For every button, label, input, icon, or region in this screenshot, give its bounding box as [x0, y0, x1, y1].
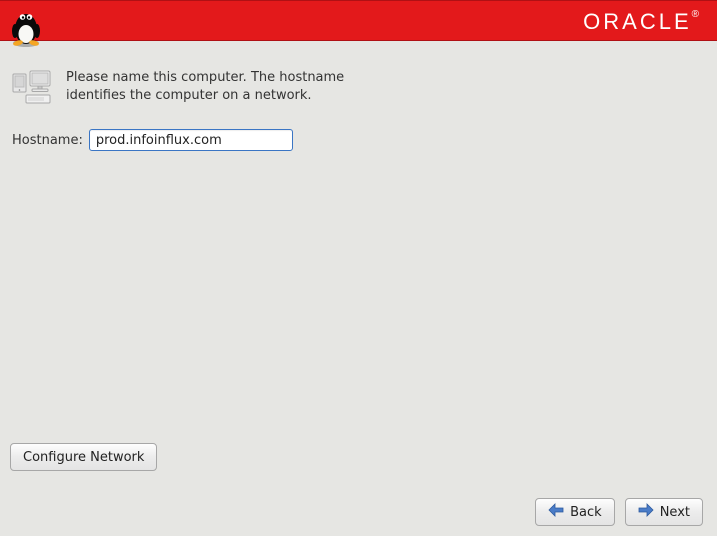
configure-network-label: Configure Network: [23, 450, 144, 465]
hostname-input[interactable]: [89, 129, 293, 151]
next-button[interactable]: Next: [625, 498, 703, 526]
back-label: Back: [570, 505, 602, 520]
hostname-label: Hostname:: [12, 133, 83, 148]
oracle-logo: ORACLE®: [583, 9, 699, 35]
header-bar: ORACLE®: [0, 0, 717, 41]
arrow-left-icon: [548, 503, 564, 521]
footer-nav: Back Next: [0, 488, 717, 536]
tux-mascot-icon: [8, 5, 44, 49]
configure-network-button[interactable]: Configure Network: [10, 443, 157, 471]
arrow-right-icon: [638, 503, 654, 521]
back-button[interactable]: Back: [535, 498, 615, 526]
content-pane: Please name this computer. The hostname …: [0, 41, 717, 481]
computer-network-icon: [12, 69, 52, 105]
next-label: Next: [660, 505, 690, 520]
intro-text: Please name this computer. The hostname …: [66, 69, 346, 104]
